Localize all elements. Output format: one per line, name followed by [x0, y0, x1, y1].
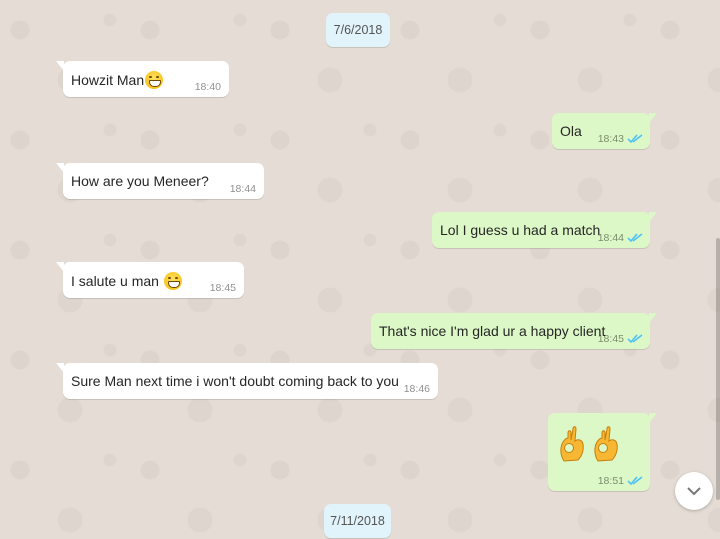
- double-check-icon: [627, 134, 643, 144]
- message-time: 18:45: [597, 333, 624, 345]
- date-divider: 7/6/2018: [326, 13, 390, 47]
- grinning-face-emoji: [163, 272, 182, 290]
- message-time: 18:44: [597, 232, 624, 244]
- message-text: That's nice I'm glad ur a happy client: [379, 323, 606, 339]
- ok-hand-emoji: [560, 426, 584, 462]
- message-text: Ola: [560, 123, 582, 139]
- message-time: 18:45: [209, 282, 236, 294]
- scroll-to-bottom-button[interactable]: [675, 472, 713, 510]
- message-time: 18:46: [403, 383, 430, 395]
- incoming-message[interactable]: How are you Meneer? 18:44: [56, 163, 264, 199]
- double-check-icon: [627, 476, 643, 486]
- message-text: How are you Meneer?: [71, 173, 209, 189]
- double-check-icon: [627, 334, 643, 344]
- message-text: Lol I guess u had a match: [440, 222, 601, 238]
- message-time: 18:43: [597, 133, 624, 145]
- double-check-icon: [627, 233, 643, 243]
- date-label: 7/11/2018: [330, 514, 385, 528]
- incoming-message[interactable]: Sure Man next time i won't doubt coming …: [56, 363, 438, 399]
- outgoing-message[interactable]: Lol I guess u had a match 18:44: [432, 212, 657, 248]
- message-time: 18:40: [194, 81, 221, 93]
- message-text: Sure Man next time i won't doubt coming …: [71, 373, 399, 389]
- date-divider: 7/11/2018: [324, 504, 391, 538]
- message-time: 18:44: [229, 183, 256, 195]
- incoming-message[interactable]: I salute u man 18:45: [56, 262, 244, 298]
- incoming-message[interactable]: Howzit Man 18:40: [56, 61, 229, 97]
- message-time: 18:51: [597, 475, 624, 487]
- outgoing-message[interactable]: 18:51: [548, 413, 657, 491]
- chevron-down-icon: [687, 487, 701, 496]
- message-text: Howzit Man: [71, 71, 164, 89]
- outgoing-message[interactable]: That's nice I'm glad ur a happy client 1…: [371, 313, 657, 349]
- message-text: I salute u man: [71, 272, 182, 290]
- scrollbar[interactable]: [714, 0, 720, 539]
- scrollbar-thumb[interactable]: [716, 238, 720, 500]
- date-label: 7/6/2018: [333, 23, 383, 37]
- outgoing-message[interactable]: Ola 18:43: [552, 113, 657, 149]
- grinning-face-emoji: [145, 71, 164, 89]
- ok-hand-emoji: [594, 426, 618, 462]
